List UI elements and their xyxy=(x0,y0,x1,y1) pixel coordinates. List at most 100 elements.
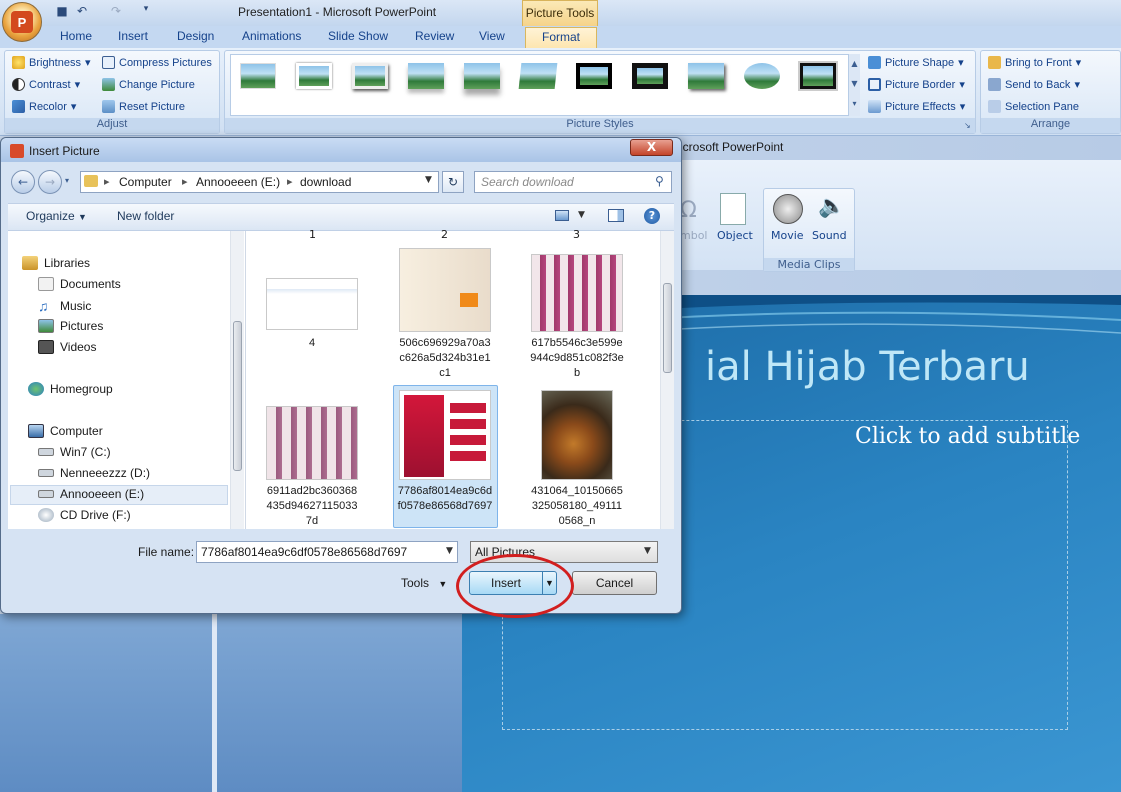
tab-review[interactable]: Review xyxy=(415,29,454,43)
undo-icon[interactable]: ↶ xyxy=(74,4,90,20)
nav-libraries[interactable]: Libraries xyxy=(22,256,90,270)
picture-style-6[interactable] xyxy=(516,58,560,96)
selection-pane-button[interactable]: Selection Pane xyxy=(988,100,1079,113)
bring-to-front-button[interactable]: Bring to Front ▾ xyxy=(988,56,1081,69)
picture-style-5[interactable] xyxy=(460,58,504,96)
recolor-button[interactable]: Recolor ▾ xyxy=(12,100,76,113)
tab-design[interactable]: Design xyxy=(177,29,214,43)
file-name-dropdown-icon[interactable]: ▼ xyxy=(446,546,453,556)
tab-view[interactable]: View xyxy=(479,29,505,43)
breadcrumb-chevron-icon[interactable]: ▸ xyxy=(104,175,110,188)
nav-homegroup-label: Homegroup xyxy=(50,382,113,396)
preview-pane-icon[interactable] xyxy=(608,209,624,222)
reset-picture-button[interactable]: Reset Picture xyxy=(102,100,185,113)
brightness-button[interactable]: Brightness ▾ xyxy=(12,56,91,69)
nav-drive-f[interactable]: CD Drive (F:) xyxy=(38,508,131,522)
pane-splitter[interactable] xyxy=(212,614,217,792)
border-icon xyxy=(868,78,881,91)
picture-style-3[interactable] xyxy=(348,58,392,96)
nav-drive-e[interactable]: Annooeeen (E:) xyxy=(38,487,144,501)
organize-button[interactable]: Organize ▼ xyxy=(26,209,87,223)
change-picture-button[interactable]: Change Picture xyxy=(102,78,195,91)
picture-style-4[interactable] xyxy=(404,58,448,96)
breadcrumb-folder[interactable]: download xyxy=(300,175,351,189)
nav-pictures[interactable]: Pictures xyxy=(38,319,103,333)
sound-label: Sound xyxy=(812,229,847,242)
views-dropdown-icon[interactable]: ▼ xyxy=(578,210,585,220)
tab-animations[interactable]: Animations xyxy=(242,29,301,43)
style-preview xyxy=(798,61,838,91)
object-icon[interactable] xyxy=(720,193,746,225)
file-item-4[interactable]: 4 xyxy=(262,246,362,376)
picture-border-button[interactable]: Picture Border ▾ xyxy=(868,78,965,91)
file-scroll-thumb[interactable] xyxy=(663,283,672,373)
refresh-icon[interactable]: ↻ xyxy=(442,171,464,193)
tab-insert[interactable]: Insert xyxy=(118,29,148,43)
file-item-5[interactable]: 506c696929a70a3c626a5d324b31e1c1 xyxy=(395,246,495,386)
search-icon[interactable]: ⚲ xyxy=(655,174,664,188)
office-button[interactable]: P xyxy=(2,2,42,42)
nav-music[interactable]: ♫ Music xyxy=(38,298,91,314)
help-icon[interactable]: ? xyxy=(644,208,660,224)
save-icon[interactable]: ■ xyxy=(54,4,70,20)
send-to-back-button[interactable]: Send to Back ▾ xyxy=(988,78,1080,91)
quick-access-dropdown-icon[interactable]: ▾ xyxy=(138,4,154,20)
filter-dropdown-icon[interactable]: ▼ xyxy=(644,546,651,556)
picture-style-7[interactable] xyxy=(572,58,616,96)
breadcrumb-drive[interactable]: Annooeeen (E:) xyxy=(196,175,280,189)
dialog-launcher-icon[interactable]: ↘ xyxy=(964,121,971,130)
back-icon[interactable]: ← xyxy=(11,170,35,194)
nav-videos[interactable]: Videos xyxy=(38,340,96,354)
picture-style-10[interactable] xyxy=(740,58,784,96)
tab-slide-show[interactable]: Slide Show xyxy=(328,29,388,43)
nav-drive-d[interactable]: Nenneeezzz (D:) xyxy=(38,466,150,480)
slide-title[interactable]: ial Hijab Terbaru xyxy=(705,344,1030,390)
address-dropdown-icon[interactable]: ▼ xyxy=(425,175,432,185)
subtitle-placeholder-text[interactable]: Click to add subtitle xyxy=(855,424,1080,449)
picture-shape-button[interactable]: Picture Shape ▾ xyxy=(868,56,964,69)
picture-style-2[interactable] xyxy=(292,58,336,96)
sound-icon[interactable]: 🔈 xyxy=(818,194,845,219)
dropdown-arrow-icon: ▾ xyxy=(958,57,964,69)
breadcrumb-chevron-icon[interactable]: ▸ xyxy=(182,175,188,188)
file-name-input[interactable]: 7786af8014ea9c6df0578e86568d7697 xyxy=(196,541,458,563)
file-thumbnail xyxy=(399,248,491,332)
file-item-6[interactable]: 617b5546c3e599e944c9d851c082f3eb xyxy=(527,246,627,386)
compress-pictures-button[interactable]: Compress Pictures xyxy=(102,56,212,69)
nav-scrollbar[interactable] xyxy=(230,231,244,529)
tools-button[interactable]: Tools ▼ xyxy=(401,576,447,590)
nav-computer[interactable]: Computer xyxy=(28,424,103,438)
nav-documents[interactable]: Documents xyxy=(38,277,121,291)
picture-style-11[interactable] xyxy=(796,58,840,96)
folder-icon xyxy=(84,175,98,187)
search-input[interactable]: Search download ⚲ xyxy=(474,171,672,193)
recent-dropdown-icon[interactable]: ▾ xyxy=(65,176,69,185)
tab-format[interactable]: Format xyxy=(525,27,597,49)
picture-style-8[interactable] xyxy=(628,58,672,96)
nav-scroll-thumb[interactable] xyxy=(233,321,242,471)
redo-icon[interactable]: ↷ xyxy=(108,4,124,20)
new-folder-button[interactable]: New folder xyxy=(117,209,174,223)
file-scrollbar[interactable] xyxy=(660,231,674,529)
movie-icon[interactable] xyxy=(773,194,803,224)
views-icon[interactable] xyxy=(555,210,569,221)
file-thumbnail xyxy=(531,254,623,332)
picture-style-9[interactable] xyxy=(684,58,728,96)
file-item-7[interactable]: 6911ad2bc360368435d946271150337d xyxy=(262,400,362,530)
gallery-scroll[interactable]: ▲ ▼ ▾ xyxy=(848,54,860,116)
file-item-9[interactable]: 431064_10150665325058180_491110568_n xyxy=(527,388,627,528)
picture-style-1[interactable] xyxy=(236,58,280,96)
file-item-8[interactable]: 7786af8014ea9c6df0578e86568d7697 xyxy=(395,388,495,528)
symbol-icon[interactable]: Ω xyxy=(680,198,697,223)
picture-effects-button[interactable]: Picture Effects ▾ xyxy=(868,100,965,113)
nav-drive-c[interactable]: Win7 (C:) xyxy=(38,445,111,459)
close-button[interactable]: X xyxy=(630,139,673,156)
forward-icon[interactable]: → xyxy=(38,170,62,194)
breadcrumb-chevron-icon[interactable]: ▸ xyxy=(287,175,293,188)
tab-home[interactable]: Home xyxy=(60,29,92,43)
breadcrumb-computer[interactable]: Computer xyxy=(119,175,172,189)
contrast-button[interactable]: Contrast ▾ xyxy=(12,78,80,91)
cancel-button[interactable]: Cancel xyxy=(572,571,657,595)
nav-homegroup[interactable]: Homegroup xyxy=(28,382,113,396)
dropdown-arrow-icon: ▾ xyxy=(74,79,81,91)
